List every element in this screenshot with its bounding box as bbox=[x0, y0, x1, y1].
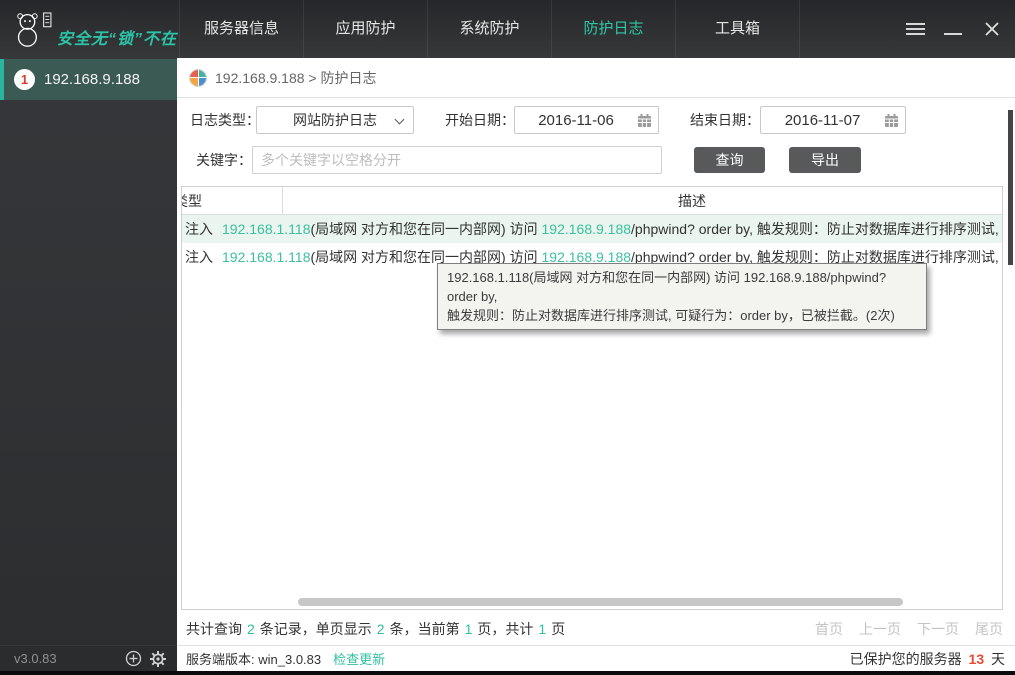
last-page-link[interactable]: 尾页 bbox=[975, 619, 1003, 639]
description-text: /phpwind? order by, 触发规则：防止对数据库进行排序测试, 可… bbox=[631, 221, 1002, 237]
table-header: 类型 描述 bbox=[182, 187, 1002, 215]
pagination-text: 页 bbox=[551, 621, 566, 637]
total-pages-number: 1 bbox=[538, 621, 547, 637]
export-button[interactable]: 导出 bbox=[789, 147, 861, 173]
log-type-cell: 注入 bbox=[185, 221, 213, 237]
horizontal-scrollbar[interactable] bbox=[298, 598, 903, 606]
protected-days-count: 13 bbox=[968, 650, 985, 667]
next-page-link[interactable]: 下一页 bbox=[917, 619, 959, 639]
settings-gear-icon[interactable] bbox=[149, 650, 167, 668]
app-window: 安全无“锁”不在 服务器信息 应用防护 系统防护 防护日志 工具箱 1 192.… bbox=[0, 0, 1015, 675]
minimize-icon bbox=[944, 33, 962, 35]
sidebar-footer: v3.0.83 bbox=[0, 645, 177, 671]
main-nav: 服务器信息 应用防护 系统防护 防护日志 工具箱 bbox=[179, 0, 800, 58]
prev-page-link[interactable]: 上一页 bbox=[859, 619, 901, 639]
keyword-label: 关键字： bbox=[196, 152, 252, 168]
pagination-text: 条记录，单页显示 bbox=[259, 621, 372, 637]
start-date-label: 开始日期： bbox=[445, 112, 515, 128]
calendar-icon bbox=[885, 113, 898, 127]
tooltip-line: 192.168.1.118(局域网 对方和您在同一内部网) 访问 192.168… bbox=[447, 270, 887, 304]
nav-toolbox[interactable]: 工具箱 bbox=[676, 0, 800, 58]
source-ip-link[interactable]: 192.168.1.118 bbox=[222, 221, 311, 237]
breadcrumb: 192.168.9.188 > 防护日志 bbox=[177, 58, 1015, 98]
column-header-description: 描述 bbox=[678, 193, 706, 209]
status-bar: 服务端版本: win_3.0.83 检查更新 已保护您的服务器 13 天 bbox=[177, 645, 1015, 671]
query-button[interactable]: 查询 bbox=[694, 147, 765, 173]
sidebar: 1 192.168.9.188 v3.0.83 bbox=[0, 58, 177, 675]
pagination-text: 共计查询 bbox=[186, 621, 242, 637]
minimize-button[interactable] bbox=[938, 0, 968, 58]
vertical-scrollbar[interactable] bbox=[1008, 110, 1013, 265]
main-panel: 192.168.9.188 > 防护日志 日志类型： 网站防护日志 开始日期： … bbox=[177, 58, 1015, 675]
pagination-bar: 共计查询 2 条记录，单页显示 2 条，当前第 1 页，共计 1 页 首页 上一… bbox=[186, 616, 1003, 642]
windows-server-icon bbox=[189, 68, 207, 87]
server-version-label: 服务端版本: bbox=[186, 652, 255, 667]
title-bar: 安全无“锁”不在 服务器信息 应用防护 系统防护 防护日志 工具箱 bbox=[0, 0, 1015, 58]
end-date-input[interactable]: 2016-11-07 bbox=[760, 106, 906, 134]
log-table: 类型 描述 注入 192.168.1.118(局域网 对方和您在同一内部网) 访… bbox=[181, 186, 1003, 610]
start-date-input[interactable]: 2016-11-06 bbox=[514, 106, 659, 134]
server-version-value: win_3.0.83 bbox=[258, 652, 322, 667]
target-ip-link[interactable]: 192.168.9.188 bbox=[542, 221, 632, 237]
add-server-icon[interactable] bbox=[125, 650, 142, 667]
pagination-text: 条，当前第 bbox=[389, 621, 460, 637]
log-type-cell: 注入 bbox=[185, 249, 213, 265]
current-page-number: 1 bbox=[464, 621, 473, 637]
safedog-logo: 安全无“锁”不在 bbox=[8, 4, 177, 56]
column-header-type: 类型 bbox=[182, 193, 202, 209]
first-page-link[interactable]: 首页 bbox=[815, 619, 843, 639]
log-type-select[interactable]: 网站防护日志 bbox=[256, 106, 414, 134]
end-date-label: 结束日期： bbox=[690, 112, 760, 128]
protected-days-suffix: 天 bbox=[991, 650, 1005, 667]
column-divider bbox=[282, 187, 283, 215]
close-button[interactable] bbox=[977, 0, 1007, 58]
server-count-badge: 1 bbox=[14, 69, 35, 90]
window-bottom-edge bbox=[0, 671, 1015, 675]
table-row[interactable]: 注入 192.168.1.118(局域网 对方和您在同一内部网) 访问 192.… bbox=[182, 215, 1002, 243]
logo-slogan: 安全无“锁”不在 bbox=[56, 31, 177, 48]
breadcrumb-separator: > bbox=[308, 69, 317, 86]
nav-server-info[interactable]: 服务器信息 bbox=[180, 0, 304, 58]
log-description-cell: 192.168.1.118(局域网 对方和您在同一内部网) 访问 192.168… bbox=[222, 219, 1002, 239]
log-type-label: 日志类型： bbox=[190, 112, 260, 128]
nav-app-protection[interactable]: 应用防护 bbox=[304, 0, 428, 58]
server-ip-label: 192.168.9.188 bbox=[44, 71, 140, 88]
description-text: (局域网 对方和您在同一内部网) 访问 bbox=[310, 221, 542, 237]
safedog-lion-knocker-icon bbox=[17, 12, 52, 47]
start-date-value: 2016-11-06 bbox=[538, 111, 614, 129]
protected-days-prefix: 已保护您的服务器 bbox=[849, 650, 962, 667]
chevron-down-icon bbox=[394, 114, 405, 125]
filter-bar: 日志类型： 网站防护日志 开始日期： 2016-11-06 结束日期： 2016… bbox=[177, 98, 1015, 186]
end-date-value: 2016-11-07 bbox=[784, 111, 861, 129]
menu-button[interactable] bbox=[900, 0, 930, 58]
breadcrumb-page: 防护日志 bbox=[320, 69, 377, 86]
nav-protection-logs[interactable]: 防护日志 bbox=[552, 0, 676, 58]
tooltip-line: 触发规则：防止对数据库进行排序测试, 可疑行为：order by，已被拦截。(2… bbox=[447, 308, 895, 323]
source-ip-link[interactable]: 192.168.1.118 bbox=[222, 249, 311, 265]
pagination-text: 页，共计 bbox=[477, 621, 534, 637]
sidebar-server-item[interactable]: 1 192.168.9.188 bbox=[0, 59, 177, 100]
check-update-link[interactable]: 检查更新 bbox=[333, 649, 385, 668]
client-version-label: v3.0.83 bbox=[14, 651, 57, 666]
hamburger-icon bbox=[905, 20, 925, 38]
close-icon bbox=[985, 22, 999, 36]
log-type-value: 网站防护日志 bbox=[293, 112, 377, 128]
breadcrumb-ip: 192.168.9.188 bbox=[215, 69, 305, 86]
log-detail-tooltip: 192.168.1.118(局域网 对方和您在同一内部网) 访问 192.168… bbox=[437, 263, 927, 330]
nav-system-protection[interactable]: 系统防护 bbox=[428, 0, 552, 58]
calendar-icon bbox=[638, 113, 651, 127]
keyword-input[interactable] bbox=[252, 146, 662, 174]
page-size-count: 2 bbox=[376, 621, 385, 637]
total-records-count: 2 bbox=[247, 621, 255, 637]
